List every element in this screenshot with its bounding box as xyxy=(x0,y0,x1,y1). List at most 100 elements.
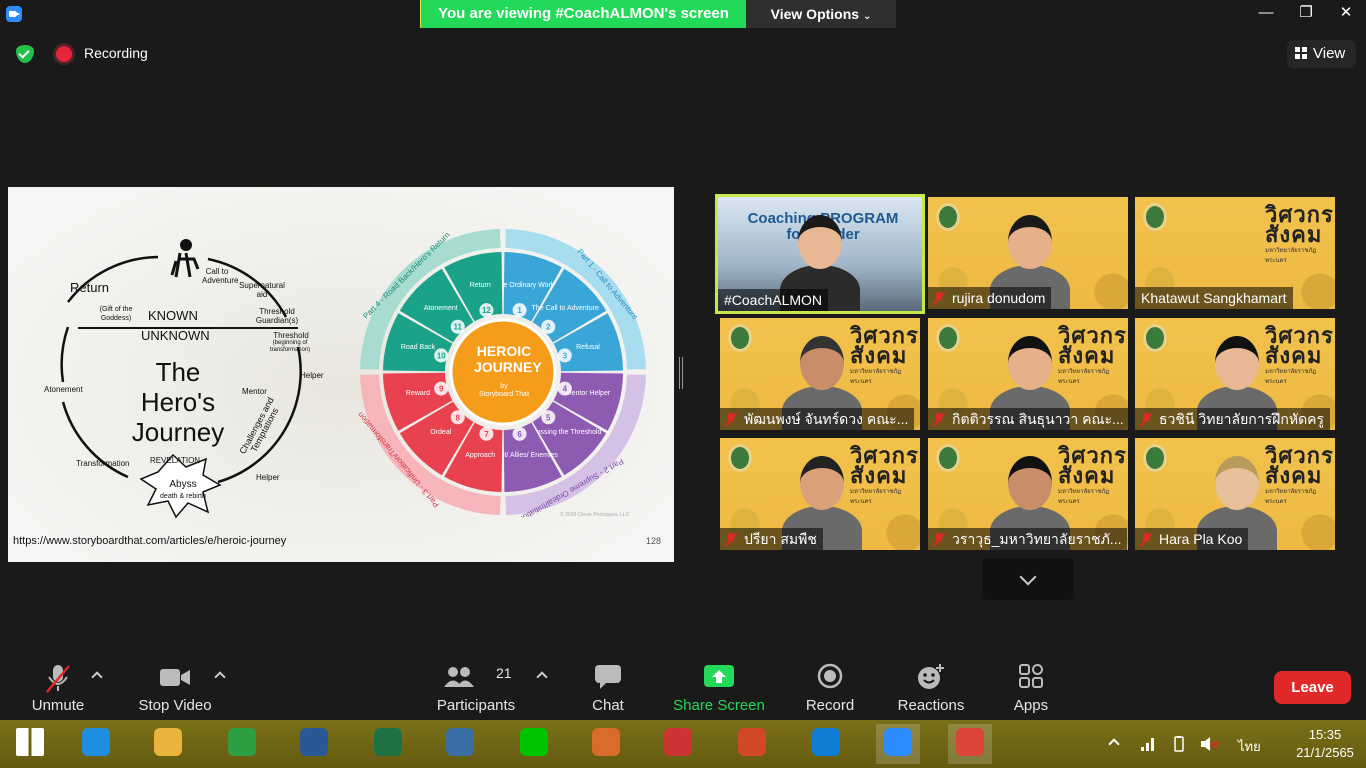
minimize-button[interactable]: — xyxy=(1246,0,1286,28)
label-mentor: Mentor xyxy=(242,387,267,396)
hiker-head xyxy=(180,239,192,251)
zoom-meeting-window: You are viewing #CoachALMON's screen Vie… xyxy=(0,0,1366,768)
wheel-step-number-10: 10 xyxy=(437,351,446,360)
label-threshold-guardians: Threshold Guardian(s) xyxy=(255,307,299,325)
chat-button[interactable]: Chat xyxy=(580,655,636,720)
wheel-step-number-7: 7 xyxy=(484,430,489,439)
maximize-button[interactable]: ❐ xyxy=(1286,0,1326,28)
university-seal-icon xyxy=(728,444,752,472)
participants-button[interactable]: 21 Participants xyxy=(434,655,518,720)
participant-tile[interactable]: วิศวกร สังคม มหาวิทยาลัยราชภัฏพระนคร พัฒนพง… xyxy=(720,318,920,430)
university-seal-icon xyxy=(936,203,960,231)
speaker-muted-icon[interactable] xyxy=(1200,736,1218,752)
participant-face xyxy=(1008,215,1052,269)
start-button[interactable] xyxy=(8,724,52,764)
wheel-center-brand: Storyboard That xyxy=(478,391,530,398)
participant-tile[interactable]: Coaching PROGRAM for Leader#CoachALMON xyxy=(715,194,925,314)
participant-tile[interactable]: วิศวกร สังคม มหาวิทยาลัยราชภัฏพระนคร ปรียา … xyxy=(720,438,920,550)
participant-tile[interactable]: วิศวกร สังคม มหาวิทยาลัยราชภัฏพระนคร Khataw… xyxy=(1135,197,1335,309)
wheel-step-number-4: 4 xyxy=(563,385,568,394)
wheel-copyright: © 2018 Clever Prototypes, LLC xyxy=(560,512,630,518)
participant-face xyxy=(1008,336,1052,390)
participant-face xyxy=(800,456,844,510)
chrome-icon[interactable] xyxy=(948,724,992,764)
line-icon[interactable] xyxy=(512,724,556,764)
clock[interactable]: 15:35 21/1/2565 xyxy=(1296,726,1354,762)
calculator-math-icon[interactable] xyxy=(438,724,482,764)
tile-brand-text-2: สังคม xyxy=(1058,463,1116,488)
wheel-step-label-2: The Call to Adventure xyxy=(532,305,599,312)
apps-button[interactable]: Apps xyxy=(1006,655,1056,720)
store-icon[interactable] xyxy=(220,724,264,764)
leave-button[interactable]: Leave xyxy=(1274,671,1351,704)
tile-brand-subtext: มหาวิทยาลัยราชภัฏพระนคร xyxy=(1265,369,1317,385)
wheel-step-label-7: Approach xyxy=(465,452,495,459)
more-participants-chevron[interactable] xyxy=(982,558,1074,600)
tile-brand-subtext: มหาวิทยาลัยราชภัฏพระนคร xyxy=(1265,489,1317,505)
stop-video-button[interactable]: Stop Video xyxy=(132,655,218,720)
apps-label: Apps xyxy=(1013,697,1049,714)
file-explorer-icon[interactable] xyxy=(146,724,190,764)
excel-icon-glyph xyxy=(374,728,402,756)
wheel-step-label-8: Ordeal xyxy=(430,429,451,436)
calculator-math-icon-glyph xyxy=(446,728,474,756)
lisrel-icon[interactable] xyxy=(656,724,700,764)
security-shield-icon[interactable] xyxy=(16,45,34,63)
muted-mic-icon xyxy=(934,533,944,546)
participant-name-label: ปรียา สมพืช xyxy=(720,528,823,550)
participant-name-label: ธวชินี วิทยาลัยการฝึกหัดครู xyxy=(1135,408,1331,430)
zoom-logo-icon xyxy=(6,6,22,22)
participant-tile[interactable]: rujira donudom xyxy=(928,197,1128,309)
label-atonement: Atonement xyxy=(44,385,83,394)
participant-face xyxy=(800,336,844,390)
participant-tile[interactable]: วิศวกร สังคม มหาวิทยาลัยราชภัฏพระนคร กิตติว… xyxy=(928,318,1128,430)
wheel-step-number-6: 6 xyxy=(517,430,522,439)
internet-explorer-icon-glyph xyxy=(82,728,110,756)
internet-explorer-icon[interactable] xyxy=(74,724,118,764)
network-icon[interactable] xyxy=(1140,736,1156,752)
participant-face xyxy=(1008,456,1052,510)
tile-brand-subtext: มหาวิทยาลัยราชภัฏพระนคร xyxy=(1058,489,1110,505)
participant-name: Khatawut Sangkhamart xyxy=(1141,290,1287,306)
view-options-button[interactable]: View Options ⌄ xyxy=(746,0,896,28)
clock-date: 21/1/2565 xyxy=(1296,745,1354,760)
unmute-button[interactable]: Unmute xyxy=(22,655,94,720)
wheel-step-label-9: Reward xyxy=(406,390,430,397)
chevron-down-icon: ⌄ xyxy=(862,11,872,22)
heros-journey-title: The Hero's Journey xyxy=(131,357,225,447)
paint-icon[interactable] xyxy=(584,724,628,764)
wheel-step-label-4: Mentor Helper xyxy=(566,390,611,397)
participants-options-caret[interactable] xyxy=(536,671,548,683)
participant-name-label: Khatawut Sangkhamart xyxy=(1135,287,1293,309)
hiker-icon xyxy=(170,252,200,278)
input-language[interactable]: ไทย xyxy=(1238,736,1261,757)
close-button[interactable]: ✕ xyxy=(1326,0,1366,28)
wheel-step-label-1: The Ordinary World xyxy=(495,282,556,289)
word-icon[interactable] xyxy=(292,724,336,764)
record-label: Record xyxy=(805,697,855,714)
wheel-step-label-10: Road Back xyxy=(401,344,436,351)
view-button[interactable]: View xyxy=(1287,40,1356,68)
participant-tile[interactable]: วิศวกร สังคม มหาวิทยาลัยราชภัฏพระนคร Hara P… xyxy=(1135,438,1335,550)
muted-mic-icon xyxy=(1141,413,1151,426)
reactions-button[interactable]: Reactions xyxy=(894,655,968,720)
windows-taskbar xyxy=(0,720,1366,768)
participant-tile[interactable]: วิศวกร สังคม มหาวิทยาลัยราชภัฏพระนคร ธวชินี… xyxy=(1135,318,1335,430)
excel-icon[interactable] xyxy=(366,724,410,764)
label-helper-2: Helper xyxy=(256,473,280,482)
battery-icon[interactable] xyxy=(1170,736,1188,752)
edge-icon[interactable] xyxy=(804,724,848,764)
label-return: Return xyxy=(70,280,110,295)
split-divider-handle[interactable] xyxy=(679,357,683,389)
cycle-arc-left xyxy=(60,326,70,383)
lisrel-icon-glyph xyxy=(664,728,692,756)
meeting-toolbar: Unmute Stop Video 21 Participants Chat S… xyxy=(0,655,1366,720)
recording-dot-icon xyxy=(56,46,72,62)
participant-tile[interactable]: วิศวกร สังคม มหาวิทยาลัยราชภัฏพระนคร วราวุธ… xyxy=(928,438,1128,550)
record-button[interactable]: Record xyxy=(800,655,860,720)
powerpoint-icon[interactable] xyxy=(730,724,774,764)
share-screen-button[interactable]: Share Screen xyxy=(670,655,768,720)
start-button-glyph xyxy=(16,728,44,756)
zoom-icon[interactable] xyxy=(876,724,920,764)
participant-name-label: วราวุธ_มหาวิทยาลัยราชภั... xyxy=(928,528,1128,550)
